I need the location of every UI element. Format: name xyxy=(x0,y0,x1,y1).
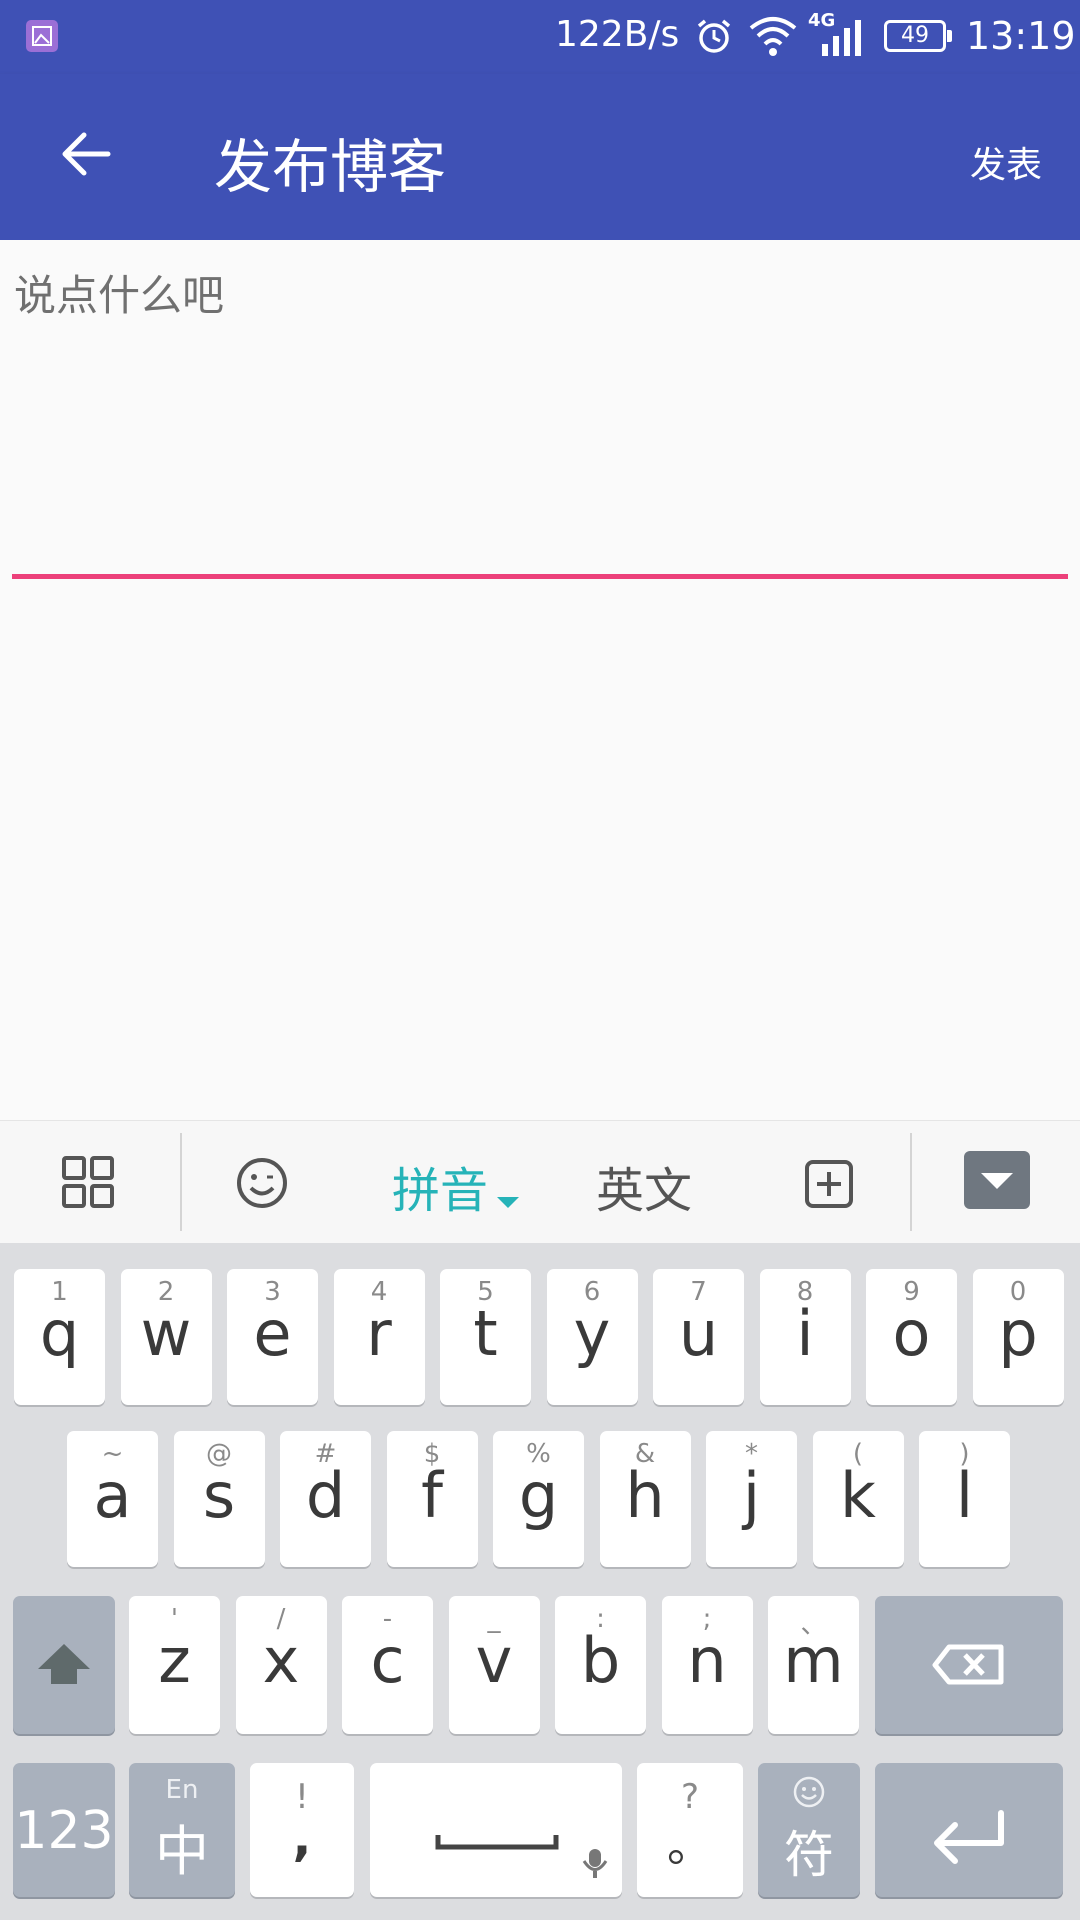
space-icon xyxy=(435,1835,608,1878)
symbols-label: 符 xyxy=(784,1826,834,1884)
app-toolbar: 发布博客 发表 xyxy=(0,74,1080,240)
gallery-notification-icon xyxy=(26,20,58,52)
key-i[interactable]: 8i xyxy=(759,1269,851,1405)
key-label: b xyxy=(580,1624,621,1697)
publish-button[interactable]: 发表 xyxy=(970,136,1042,188)
key-v[interactable]: _ v xyxy=(448,1596,540,1734)
key-b[interactable]: :b xyxy=(555,1596,646,1734)
key-label: x xyxy=(262,1624,300,1697)
symbols-key[interactable]: 符 xyxy=(758,1763,860,1897)
comma-label: , xyxy=(292,1809,312,1867)
key-z[interactable]: ' z xyxy=(129,1596,220,1734)
blog-input[interactable]: 说点什么吧 xyxy=(14,262,224,323)
english-tab[interactable]: 英文 xyxy=(596,1151,692,1221)
key-h[interactable]: & h xyxy=(599,1431,691,1567)
key-label: g xyxy=(518,1459,559,1532)
key-f[interactable]: $ f xyxy=(386,1431,478,1567)
numbers-key[interactable]: 123 xyxy=(13,1763,115,1897)
key-label: y xyxy=(573,1297,611,1370)
battery-level: 49 xyxy=(901,23,929,48)
enter-key[interactable] xyxy=(875,1763,1063,1897)
key-o[interactable]: 9o xyxy=(866,1269,957,1405)
key-u[interactable]: 7u xyxy=(653,1269,744,1405)
signal-icon xyxy=(820,18,866,56)
key-k[interactable]: (k xyxy=(812,1431,904,1567)
key-s[interactable]: @ s xyxy=(173,1431,265,1567)
key-label: f xyxy=(421,1459,443,1532)
key-label: a xyxy=(93,1459,132,1532)
ime-divider-right xyxy=(910,1133,912,1231)
key-d[interactable]: # d xyxy=(280,1431,371,1567)
input-underline xyxy=(12,574,1068,579)
shift-icon xyxy=(38,1644,90,1684)
language-label: 中 xyxy=(155,1820,209,1883)
add-box-icon[interactable] xyxy=(804,1159,854,1209)
enter-icon xyxy=(934,1810,1004,1864)
wifi-icon xyxy=(748,14,798,58)
key-label: j xyxy=(742,1459,761,1532)
key-n[interactable]: ; n xyxy=(661,1596,753,1734)
key-label: z xyxy=(158,1624,191,1697)
ime-divider xyxy=(180,1133,182,1231)
key-label: h xyxy=(625,1459,665,1532)
key-label: w xyxy=(140,1297,192,1370)
language-key[interactable]: En 中 xyxy=(129,1763,235,1897)
status-bar: 122B/s 4G 49 13:19 xyxy=(0,0,1080,74)
pinyin-label: 拼音 xyxy=(392,1163,489,1219)
key-m[interactable]: 、 m xyxy=(768,1596,859,1734)
key-label: c xyxy=(370,1624,405,1697)
key-label: r xyxy=(366,1297,392,1370)
key-r[interactable]: 4r xyxy=(333,1269,425,1405)
chevron-down-icon xyxy=(497,1197,520,1208)
language-hint: En xyxy=(165,1775,199,1805)
key-p[interactable]: 0p xyxy=(972,1269,1064,1405)
key-label: o xyxy=(892,1297,931,1370)
alarm-icon xyxy=(694,16,734,56)
key-l[interactable]: ) l xyxy=(919,1431,1010,1567)
key-a[interactable]: ~ a xyxy=(67,1431,158,1567)
key-label: l xyxy=(955,1459,974,1532)
key-c[interactable]: -c xyxy=(342,1596,433,1734)
key-label: m xyxy=(783,1624,844,1697)
key-x[interactable]: / x xyxy=(235,1596,327,1734)
key-e[interactable]: 3e xyxy=(227,1269,318,1405)
comma-key[interactable]: ! , xyxy=(250,1763,354,1897)
hide-keyboard-icon[interactable] xyxy=(964,1151,1030,1209)
key-label: k xyxy=(840,1459,876,1532)
key-label: d xyxy=(305,1459,346,1532)
key-q[interactable]: 1q xyxy=(14,1269,105,1405)
key-label: t xyxy=(473,1297,498,1370)
back-arrow-icon[interactable] xyxy=(56,124,116,184)
key-t[interactable]: 5t xyxy=(440,1269,531,1405)
space-key[interactable] xyxy=(370,1763,622,1897)
key-label: e xyxy=(253,1297,292,1370)
status-time: 13:19 xyxy=(966,14,1076,58)
key-y[interactable]: 6y xyxy=(546,1269,638,1405)
page-title: 发布博客 xyxy=(214,133,447,201)
period-key[interactable]: ? 。 xyxy=(637,1763,743,1897)
emoji-icon[interactable] xyxy=(236,1157,288,1209)
key-g[interactable]: % g xyxy=(493,1431,584,1567)
pinyin-tab[interactable]: 拼音 xyxy=(392,1151,520,1221)
key-label: s xyxy=(202,1459,236,1532)
key-label: i xyxy=(796,1297,814,1370)
smiley-icon xyxy=(792,1775,826,1809)
backspace-key[interactable] xyxy=(875,1596,1063,1734)
numbers-key-label: 123 xyxy=(14,1801,114,1861)
editor-area xyxy=(0,240,1080,1120)
key-label: u xyxy=(678,1297,719,1370)
ime-toolbar: 拼音 英文 xyxy=(0,1120,1080,1244)
key-label: p xyxy=(998,1297,1038,1370)
backspace-icon xyxy=(932,1644,1004,1685)
period-label: 。 xyxy=(667,1818,713,1872)
key-w[interactable]: 2w xyxy=(120,1269,212,1405)
key-label: q xyxy=(39,1297,80,1370)
key-label: v xyxy=(475,1624,513,1697)
battery-icon: 49 xyxy=(884,20,952,52)
key-label: n xyxy=(687,1624,727,1697)
network-speed: 122B/s xyxy=(555,14,680,55)
key-j[interactable]: * j xyxy=(706,1431,797,1567)
grid-icon[interactable] xyxy=(62,1156,114,1208)
shift-key[interactable] xyxy=(13,1596,115,1734)
